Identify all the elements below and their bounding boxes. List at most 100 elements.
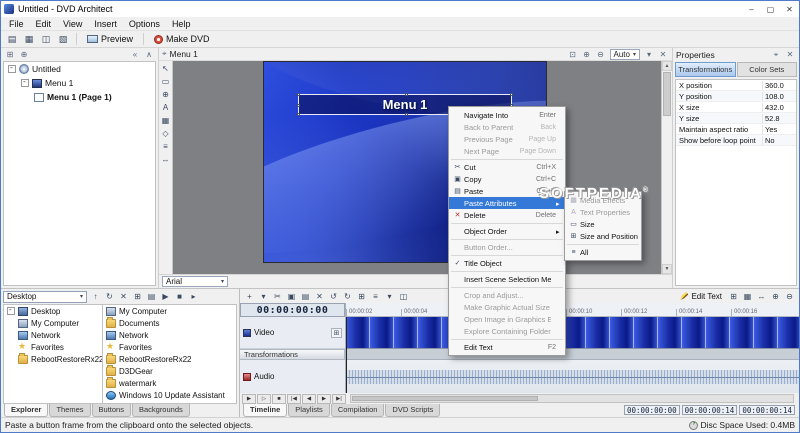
menu-bar-item[interactable]: File: [3, 19, 30, 29]
redo-icon[interactable]: ↻: [341, 290, 354, 302]
expand-up-icon[interactable]: ∧: [143, 50, 155, 59]
scrollbar-thumb[interactable]: [352, 396, 538, 401]
text-tool-icon[interactable]: A: [160, 101, 172, 113]
timeline-tab[interactable]: DVD Scripts: [385, 404, 440, 417]
pin-icon[interactable]: ⌖: [162, 49, 167, 59]
file-list-item[interactable]: D3DGear: [103, 365, 236, 377]
explorer-tab[interactable]: Themes: [49, 404, 90, 417]
scrollbar-thumb[interactable]: [663, 72, 671, 116]
start-preview-icon[interactable]: ▶: [159, 291, 172, 303]
project-tree-item-untitled[interactable]: Untitled: [4, 62, 155, 76]
submenu-item[interactable]: ≡ All: [565, 246, 641, 258]
address-dropdown[interactable]: Desktop: [3, 291, 87, 303]
timeline-tab[interactable]: Playlists: [288, 404, 330, 417]
new-folder-icon[interactable]: ⊞: [131, 291, 144, 303]
collapse-expander-icon[interactable]: [7, 307, 15, 315]
audio-track-clip[interactable]: [346, 360, 799, 393]
collapse-expander-icon[interactable]: [21, 79, 29, 87]
project-tree-item-menu1[interactable]: Menu 1: [4, 76, 155, 90]
project-tree-item-menu1-page1[interactable]: Menu 1 (Page 1): [4, 90, 155, 104]
playhead-cursor[interactable]: [346, 317, 347, 393]
property-value[interactable]: 360.0: [762, 81, 796, 90]
file-list-item[interactable]: RebootRestoreRx22: [103, 353, 236, 365]
snap-icon[interactable]: ⊞: [355, 290, 368, 302]
sizing-tool-icon[interactable]: ▭: [160, 75, 172, 87]
grid-tool-icon[interactable]: ▦: [160, 114, 172, 126]
context-menu-item[interactable]: Crop and Adjust...: [449, 289, 565, 301]
delete-icon[interactable]: ✕: [117, 291, 130, 303]
timecode-box[interactable]: 00:00:00:14: [682, 405, 738, 415]
submenu-item[interactable]: ▭ Size: [565, 218, 641, 230]
explorer-tab[interactable]: Backgrounds: [132, 404, 190, 417]
folder-tree-item-favorites[interactable]: Favorites: [4, 341, 102, 353]
copy-icon[interactable]: ▣: [285, 290, 298, 302]
cut-icon[interactable]: ✂: [271, 290, 284, 302]
fit-width-icon[interactable]: ↔: [755, 290, 768, 302]
resize-handle[interactable]: [297, 113, 300, 116]
property-value[interactable]: Yes: [762, 125, 796, 134]
submenu-item[interactable]: ▦ Media Effects: [565, 194, 641, 206]
resize-handle[interactable]: [297, 104, 300, 107]
transformations-button[interactable]: Transformations: [240, 349, 345, 360]
close-button[interactable]: ✕: [780, 1, 799, 17]
context-menu-item[interactable]: Open Image in Graphics Editor: [449, 313, 565, 325]
go-to-start-button[interactable]: |◀: [287, 394, 301, 404]
submenu-item[interactable]: ⊞ Size and Position: [565, 230, 641, 242]
transformations-track[interactable]: [346, 349, 799, 360]
zoom-tool-icon[interactable]: ⊕: [160, 88, 172, 100]
context-menu-item[interactable]: Back to Parent Back: [449, 121, 565, 133]
context-menu-item[interactable]: ▣ Copy Ctrl+C: [449, 173, 565, 185]
menu-bar-item[interactable]: View: [57, 19, 88, 29]
property-value[interactable]: 432.0: [762, 103, 796, 112]
paste-icon[interactable]: ▤: [299, 290, 312, 302]
maximize-button[interactable]: ▢: [761, 1, 780, 17]
resize-handle[interactable]: [297, 93, 300, 96]
property-value[interactable]: No: [762, 136, 796, 145]
explorer-tab[interactable]: Explorer: [4, 404, 48, 417]
property-value[interactable]: 108.0: [762, 92, 796, 101]
ripple-edit-icon[interactable]: ≡: [369, 290, 382, 302]
file-list-item[interactable]: My Computer: [103, 305, 236, 317]
insert-page-icon[interactable]: ⊕: [18, 50, 30, 59]
context-menu-item[interactable]: Navigate Into Enter: [449, 109, 565, 121]
vertical-scrollbar[interactable]: ▲ ▼: [661, 61, 672, 274]
tab-transformations[interactable]: Transformations: [675, 62, 736, 77]
zoom-out-time-icon[interactable]: ⊖: [783, 290, 796, 302]
auto-preview-icon[interactable]: ▸: [187, 291, 200, 303]
zoom-in-time-icon[interactable]: ⊕: [769, 290, 782, 302]
context-menu-item[interactable]: ✂ Cut Ctrl+X: [449, 161, 565, 173]
pin-icon[interactable]: ⌖: [770, 50, 782, 60]
menu-bar-item[interactable]: Insert: [88, 19, 123, 29]
context-menu-item[interactable]: Edit Text F2: [449, 341, 565, 353]
context-menu-item[interactable]: Make Graphic Actual Size: [449, 301, 565, 313]
timeline-tab[interactable]: Timeline: [243, 404, 287, 417]
zoom-out-icon[interactable]: ⊖: [595, 50, 607, 59]
track-options-icon[interactable]: ⊞: [331, 328, 342, 338]
collapse-expander-icon[interactable]: [8, 65, 16, 73]
context-menu-item[interactable]: ✕ Delete Delete: [449, 209, 565, 221]
video-track-header[interactable]: Video ⊞: [240, 317, 345, 349]
save-project-icon[interactable]: ◫: [38, 32, 54, 46]
property-row[interactable]: X position 360.0: [676, 80, 796, 91]
zoom-in-icon[interactable]: ⊕: [581, 50, 593, 59]
context-menu-item[interactable]: Next Page Page Down: [449, 145, 565, 157]
close-panel-icon[interactable]: ✕: [784, 50, 796, 60]
context-menu-item[interactable]: Button Order...: [449, 241, 565, 253]
stop-preview-icon[interactable]: ■: [173, 291, 186, 303]
folder-tree-item-desktop[interactable]: Desktop: [4, 305, 102, 317]
video-track-clip[interactable]: [346, 317, 799, 349]
resize-handle[interactable]: [510, 93, 513, 96]
make-dvd-button[interactable]: Make DVD: [149, 32, 215, 47]
overlay-icon[interactable]: ▦: [741, 290, 754, 302]
file-list-item[interactable]: Windows 10 Update Assistant: [103, 389, 236, 401]
chroma-icon[interactable]: ◫: [397, 290, 410, 302]
timecode-box[interactable]: 00:00:00:00: [624, 405, 680, 415]
scroll-down-icon[interactable]: ▼: [662, 264, 672, 274]
property-value[interactable]: 52.8: [762, 114, 796, 123]
file-list-item[interactable]: Favorites: [103, 341, 236, 353]
property-row[interactable]: Maintain aspect ratio Yes: [676, 124, 796, 135]
collapse-panel-icon[interactable]: «: [129, 50, 141, 59]
submenu-item[interactable]: A Text Properties: [565, 206, 641, 218]
font-family-select[interactable]: Arial: [162, 276, 228, 287]
refresh-icon[interactable]: ↻: [103, 291, 116, 303]
